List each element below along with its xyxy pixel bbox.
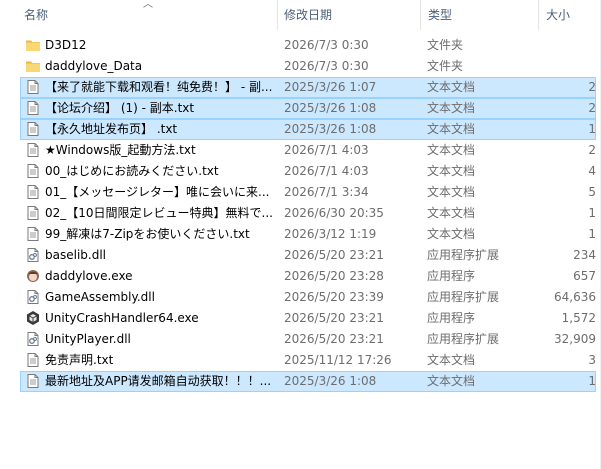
file-size: 3 bbox=[588, 353, 596, 367]
file-size: 2 bbox=[588, 143, 596, 157]
file-date: 2026/3/12 1:19 bbox=[284, 227, 377, 241]
sort-ascending-icon: ︿ bbox=[143, 0, 153, 10]
file-row[interactable]: daddylove.exe 2026/5/20 23:28 应用程序 657 bbox=[20, 266, 596, 287]
file-date: 2026/5/20 23:28 bbox=[284, 269, 384, 283]
column-header-date[interactable]: 修改日期 bbox=[284, 0, 332, 30]
file-date: 2026/5/20 23:21 bbox=[284, 311, 384, 325]
column-header-name[interactable]: 名称 bbox=[24, 0, 48, 30]
file-date: 2025/11/12 17:26 bbox=[284, 353, 392, 367]
file-name: GameAssembly.dll bbox=[45, 290, 155, 304]
file-size: 32,909 bbox=[554, 332, 596, 346]
file-date: 2026/5/20 23:21 bbox=[284, 248, 384, 262]
text-file-icon bbox=[25, 205, 41, 222]
file-name: 【来了就能下载和观看！纯免费！】 - 副... bbox=[45, 80, 273, 94]
file-size bbox=[501, 36, 596, 55]
file-row[interactable]: 01_【メッセージレター】唯に会いに来... 2026/7/1 3:34 文本文档 5 bbox=[20, 182, 596, 203]
file-row[interactable]: 最新地址及APP请发邮箱自动获取！！！... 2025/3/26 1:08 文本文档… bbox=[20, 371, 596, 392]
file-name: daddylove.exe bbox=[45, 269, 133, 283]
text-file-icon bbox=[25, 121, 41, 138]
file-date: 2026/7/3 0:30 bbox=[284, 38, 369, 52]
column-header-bar: ︿ 名称 修改日期 类型 大小 bbox=[0, 0, 601, 30]
file-name: 【永久地址发布页】 .txt bbox=[45, 122, 178, 136]
file-date: 2026/7/1 3:34 bbox=[284, 185, 369, 199]
file-size: 1 bbox=[588, 374, 596, 388]
file-date: 2026/5/20 23:21 bbox=[284, 332, 384, 346]
text-file-icon bbox=[25, 226, 41, 243]
file-date: 2026/7/1 4:03 bbox=[284, 143, 369, 157]
file-size: 64,636 bbox=[554, 290, 596, 304]
text-file-icon bbox=[25, 184, 41, 201]
file-row[interactable]: 02_【10日間限定レビュー特典】無料で... 2026/6/30 20:35 文本… bbox=[20, 203, 596, 224]
file-row[interactable]: baselib.dll 2026/5/20 23:21 应用程序扩展 234 bbox=[20, 245, 596, 266]
game-exe-icon bbox=[25, 268, 41, 285]
dll-file-icon bbox=[25, 331, 41, 348]
file-row[interactable]: 【来了就能下载和观看！纯免费！】 - 副... 2025/3/26 1:07 文本文… bbox=[20, 77, 596, 98]
file-name: 99_解凍は7-Zipをお使いください.txt bbox=[45, 227, 250, 241]
column-divider[interactable] bbox=[277, 0, 278, 30]
file-size: 1,572 bbox=[561, 311, 596, 325]
file-size: 657 bbox=[573, 269, 596, 283]
text-file-icon bbox=[25, 100, 41, 117]
file-name: 【论坛介绍】 (1) - 副本.txt bbox=[45, 101, 195, 115]
file-row[interactable]: UnityPlayer.dll 2026/5/20 23:21 应用程序扩展 32,9… bbox=[20, 329, 596, 350]
text-file-icon bbox=[25, 79, 41, 96]
file-date: 2025/3/26 1:08 bbox=[284, 122, 377, 136]
file-row[interactable]: 99_解凍は7-Zipをお使いください.txt 2026/3/12 1:19 文本文… bbox=[20, 224, 596, 245]
file-row[interactable]: daddylove_Data 2026/7/3 0:30 文件夹 bbox=[20, 56, 596, 77]
file-size: 1 bbox=[588, 206, 596, 220]
text-file-icon bbox=[25, 352, 41, 369]
file-size: 4 bbox=[588, 164, 596, 178]
folder-icon bbox=[25, 58, 41, 75]
file-name: 免责声明.txt bbox=[45, 353, 114, 367]
file-date: 2025/3/26 1:08 bbox=[284, 101, 377, 115]
file-size: 1 bbox=[588, 122, 596, 136]
file-size bbox=[501, 57, 596, 76]
text-file-icon bbox=[25, 163, 41, 180]
column-header-type[interactable]: 类型 bbox=[428, 0, 452, 30]
file-name: UnityPlayer.dll bbox=[45, 332, 131, 346]
file-row[interactable]: 免责声明.txt 2025/11/12 17:26 文本文档 3 bbox=[20, 350, 596, 371]
folder-icon bbox=[25, 37, 41, 54]
file-date: 2026/6/30 20:35 bbox=[284, 206, 384, 220]
file-row[interactable]: 00_はじめにお読みください.txt 2026/7/1 4:03 文本文档 4 bbox=[20, 161, 596, 182]
column-divider[interactable] bbox=[420, 0, 421, 30]
file-name: ★Windows版_起動方法.txt bbox=[45, 143, 196, 157]
file-date: 2026/7/1 4:03 bbox=[284, 164, 369, 178]
file-size: 1 bbox=[588, 227, 596, 241]
file-row[interactable]: 【论坛介绍】 (1) - 副本.txt 2025/3/26 1:08 文本文档 2 bbox=[20, 98, 596, 119]
file-row[interactable]: ★Windows版_起動方法.txt 2026/7/1 4:03 文本文档 2 bbox=[20, 140, 596, 161]
dll-file-icon bbox=[25, 289, 41, 306]
file-row[interactable]: 【永久地址发布页】 .txt 2025/3/26 1:08 文本文档 1 bbox=[20, 119, 596, 140]
unity-exe-icon bbox=[25, 310, 41, 327]
file-row[interactable]: D3D12 2026/7/3 0:30 文件夹 bbox=[20, 35, 596, 56]
text-file-icon bbox=[25, 373, 41, 390]
column-header-size[interactable]: 大小 bbox=[546, 0, 570, 30]
file-name: 00_はじめにお読みください.txt bbox=[45, 164, 219, 178]
text-file-icon bbox=[25, 142, 41, 159]
file-size: 2 bbox=[588, 80, 596, 94]
file-name: 01_【メッセージレター】唯に会いに来... bbox=[45, 185, 270, 199]
column-divider[interactable] bbox=[538, 0, 539, 30]
file-size: 5 bbox=[588, 185, 596, 199]
file-date: 2026/5/20 23:39 bbox=[284, 290, 384, 304]
file-row[interactable]: GameAssembly.dll 2026/5/20 23:39 应用程序扩展 64,… bbox=[20, 287, 596, 308]
file-date: 2026/7/3 0:30 bbox=[284, 59, 369, 73]
file-size: 2 bbox=[588, 101, 596, 115]
dll-file-icon bbox=[25, 247, 41, 264]
file-name: UnityCrashHandler64.exe bbox=[45, 311, 199, 325]
file-date: 2025/3/26 1:07 bbox=[284, 80, 377, 94]
file-name: D3D12 bbox=[45, 38, 87, 52]
file-date: 2025/3/26 1:08 bbox=[284, 374, 377, 388]
file-name: baselib.dll bbox=[45, 248, 106, 262]
file-name: daddylove_Data bbox=[45, 59, 143, 73]
file-name: 02_【10日間限定レビュー特典】無料で... bbox=[45, 206, 273, 220]
file-row[interactable]: UnityCrashHandler64.exe 2026/5/20 23:21 应用… bbox=[20, 308, 596, 329]
file-name: 最新地址及APP请发邮箱自动获取！！！... bbox=[45, 374, 272, 388]
file-size: 234 bbox=[573, 248, 596, 262]
